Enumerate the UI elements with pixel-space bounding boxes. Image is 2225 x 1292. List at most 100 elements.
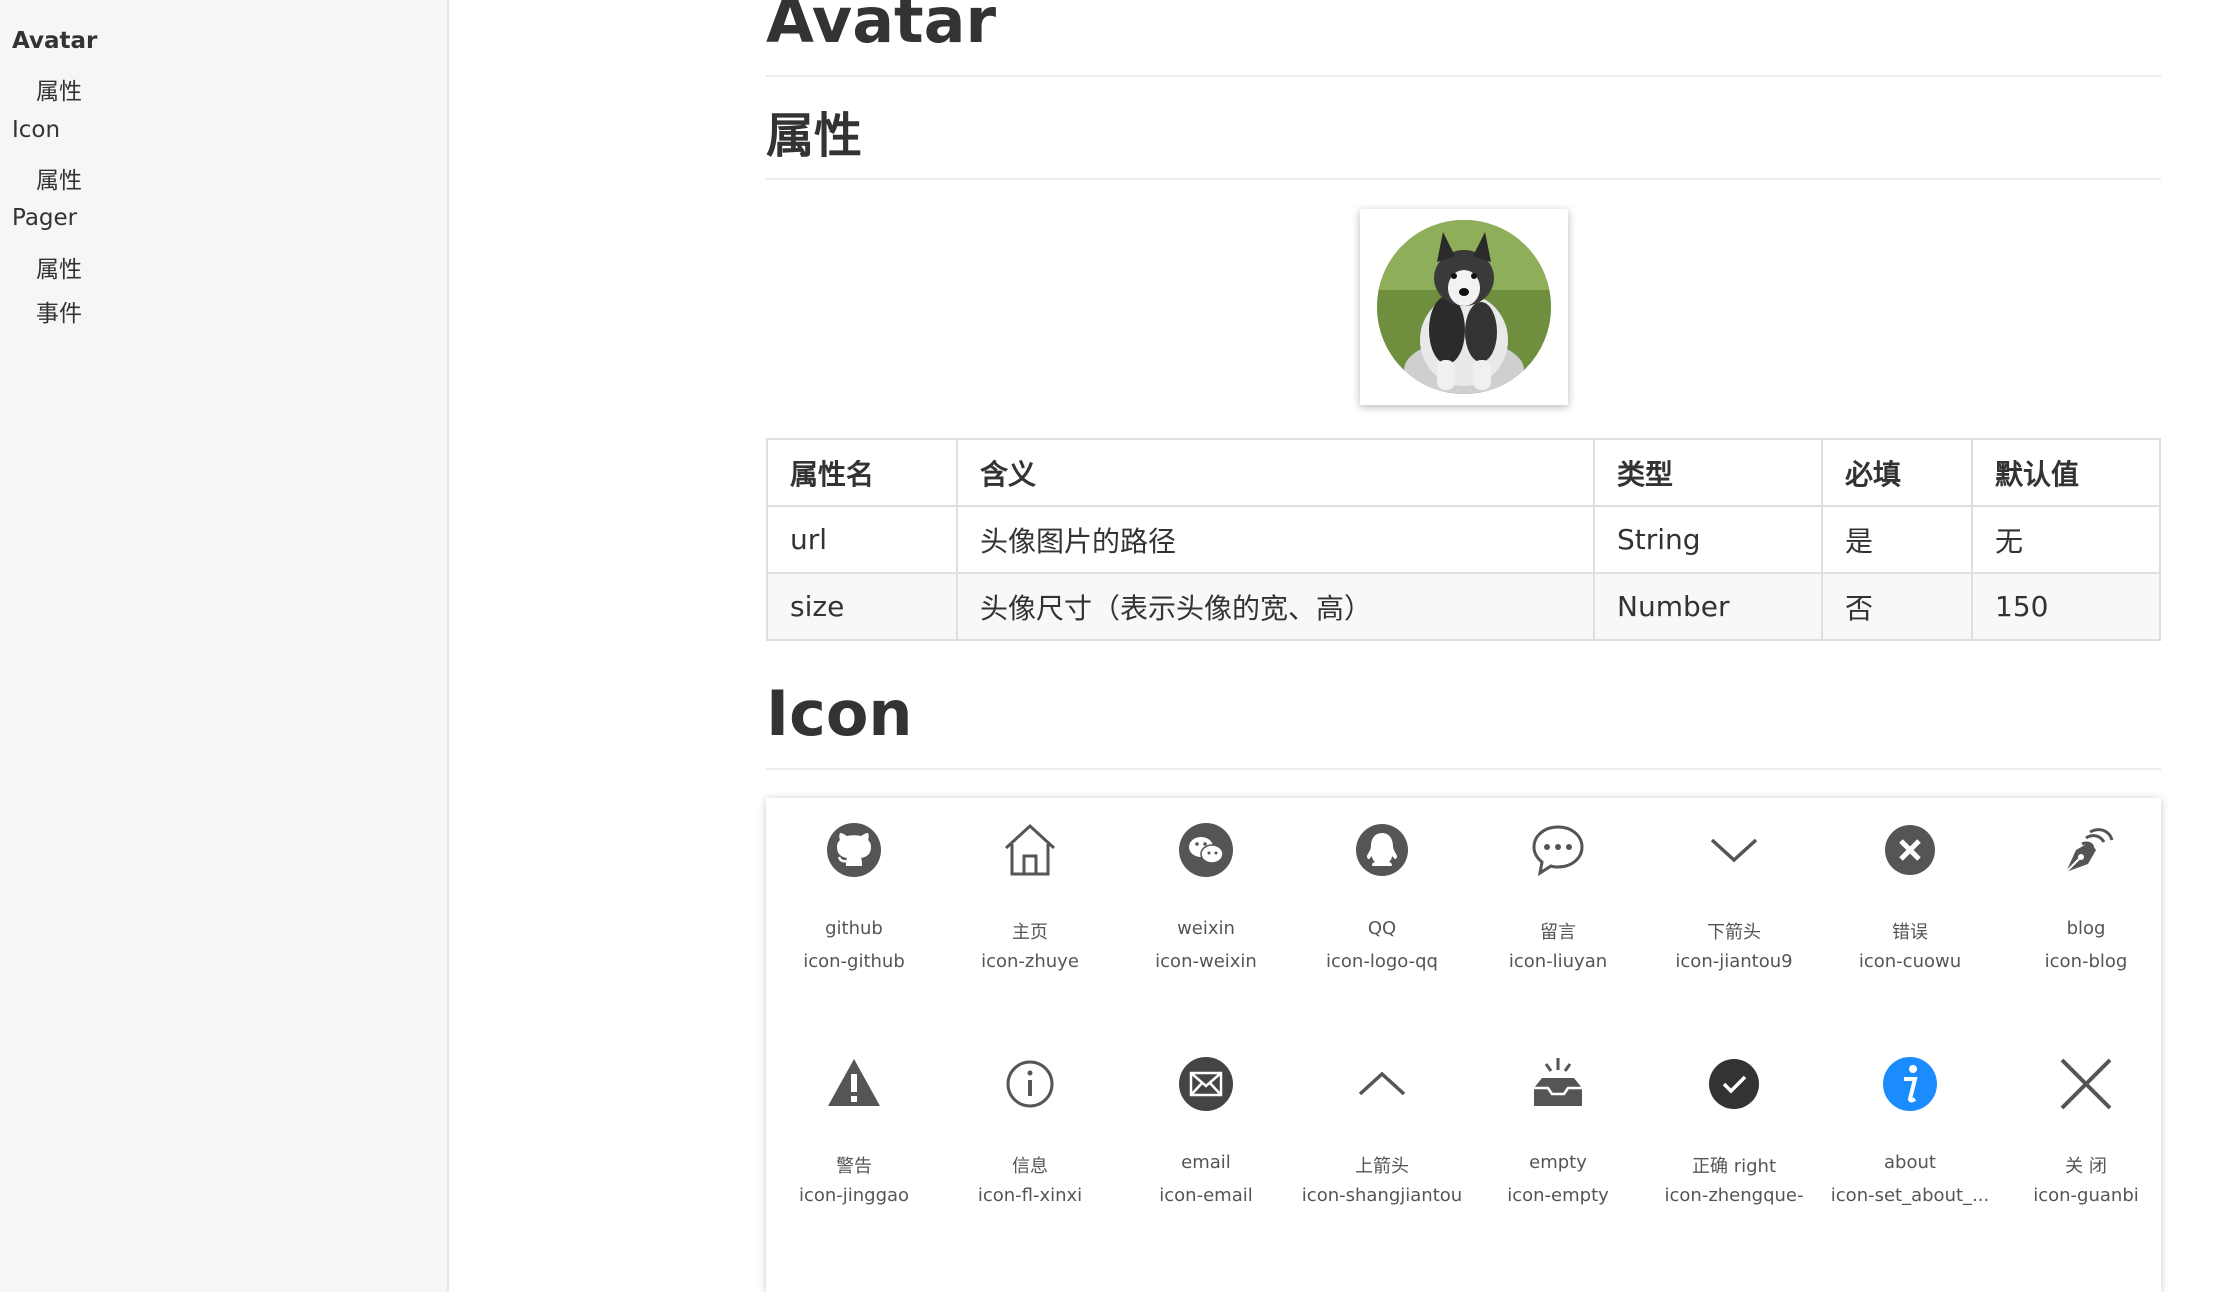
col-required: 必填 [1821, 438, 1973, 507]
toc-item-pager-props[interactable]: 属性 [36, 250, 82, 284]
icon-class-name: icon-logo-qq [1326, 951, 1438, 972]
toc-item-icon-props[interactable]: 属性 [36, 161, 82, 195]
icon-label: 关 闭 [2065, 1156, 2107, 1177]
chat-bubble-icon [1528, 820, 1588, 880]
icon-cell-xinxi[interactable]: 信息 icon-fl-xinxi [942, 1032, 1118, 1232]
icon-class-name: icon-blog [2044, 951, 2128, 972]
icon-class-name: icon-guanbi [2033, 1185, 2139, 1206]
col-default: 默认值 [1971, 438, 2161, 507]
table-cell: 150 [1971, 572, 2161, 641]
icon-cell-jinggao[interactable]: 警告 icon-jinggao [766, 1032, 942, 1232]
table-cell: String [1593, 505, 1823, 574]
table-cell: 否 [1821, 572, 1973, 641]
icon-label: 下箭头 [1707, 922, 1761, 943]
col-type: 类型 [1593, 438, 1823, 507]
icon-cell-github[interactable]: github icon-github [766, 798, 942, 998]
avatar-image [1377, 220, 1551, 394]
table-cell: 无 [1971, 505, 2161, 574]
table-cell: Number [1593, 572, 1823, 641]
icon-class-name: icon-zhengque- [1664, 1185, 1804, 1206]
main-content: Avatar 属性 属性名 含义 类型 必填 默认值 url 头像图片的路径 S… [766, 0, 2161, 1292]
icon-label: 正确 right [1691, 1156, 1776, 1177]
icon-label: github [825, 918, 883, 939]
toc-item-avatar[interactable]: Avatar [12, 28, 97, 54]
icon-cell-cuowu[interactable]: 错误 icon-cuowu [1822, 798, 1998, 998]
toc-item-avatar-props[interactable]: 属性 [36, 72, 82, 106]
husky-puppy-image [1377, 220, 1551, 394]
icon-label: 主页 [1012, 922, 1048, 943]
chevron-down-icon [1704, 820, 1764, 880]
icon-heading: Icon [766, 677, 913, 750]
table-row: url 头像图片的路径 String 是 无 [766, 505, 2161, 574]
pen-nib-icon [2056, 820, 2116, 880]
icon-class-name: icon-empty [1507, 1185, 1609, 1206]
icon-cell-empty[interactable]: empty icon-empty [1470, 1032, 1646, 1232]
home-icon [1000, 820, 1060, 880]
divider [766, 178, 2161, 180]
table-cell: 是 [1821, 505, 1973, 574]
icon-label: about [1884, 1152, 1936, 1173]
icon-label: weixin [1177, 918, 1235, 939]
wechat-icon [1176, 820, 1236, 880]
empty-tray-icon [1528, 1054, 1588, 1114]
icon-cell-zhengque[interactable]: 正确 right icon-zhengque- [1646, 1032, 1822, 1232]
icon-cell-qq[interactable]: QQ icon-logo-qq [1294, 798, 1470, 998]
icon-class-name: icon-email [1159, 1185, 1253, 1206]
icon-cell-about[interactable]: about icon-set_about_... [1822, 1032, 1998, 1232]
table-header-row: 属性名 含义 类型 必填 默认值 [766, 438, 2161, 507]
avatar-heading: Avatar [766, 0, 997, 57]
icon-gallery: github icon-github 主页 icon-zhuye weixin … [766, 798, 2161, 1292]
icon-class-name: icon-cuowu [1858, 951, 1962, 972]
col-meaning: 含义 [956, 438, 1595, 507]
table-cell: url [766, 505, 958, 574]
icon-cell-liuyan[interactable]: 留言 icon-liuyan [1470, 798, 1646, 998]
icon-class-name: icon-liuyan [1508, 951, 1608, 972]
about-info-icon [1880, 1054, 1940, 1114]
icon-label: QQ [1367, 918, 1397, 939]
github-icon [824, 820, 884, 880]
icon-cell-blog[interactable]: blog icon-blog [1998, 798, 2174, 998]
icon-class-name: icon-weixin [1155, 951, 1257, 972]
chevron-up-icon [1352, 1054, 1412, 1114]
table-row: size 头像尺寸（表示头像的宽、高） Number 否 150 [766, 572, 2161, 641]
icon-cell-shangjiantou[interactable]: 上箭头 icon-shangjiantou [1294, 1032, 1470, 1232]
icon-label: 警告 [836, 1156, 872, 1177]
toc-item-pager-events[interactable]: 事件 [36, 294, 82, 328]
sidebar-toc: Avatar 属性 Icon 属性 Pager 属性 事件 [0, 0, 449, 1292]
qq-icon [1352, 820, 1412, 880]
icon-class-name: icon-zhuye [981, 951, 1079, 972]
icon-class-name: icon-shangjiantou [1301, 1185, 1463, 1206]
avatar-props-heading: 属性 [766, 108, 863, 164]
icon-class-name: icon-github [803, 951, 905, 972]
icon-label: empty [1529, 1152, 1587, 1173]
icon-label: blog [2066, 918, 2106, 939]
icon-class-name: icon-jinggao [798, 1185, 910, 1206]
toc-item-icon[interactable]: Icon [12, 117, 60, 143]
icon-class-name: icon-jiantou9 [1675, 951, 1793, 972]
avatar-preview [1360, 209, 1568, 405]
warning-icon [824, 1054, 884, 1114]
col-prop-name: 属性名 [766, 438, 958, 507]
icon-cell-weixin[interactable]: weixin icon-weixin [1118, 798, 1294, 998]
icon-label: 错误 [1892, 922, 1928, 943]
icon-label: 留言 [1540, 922, 1576, 943]
close-icon [2056, 1054, 2116, 1114]
icon-cell-jiantou9[interactable]: 下箭头 icon-jiantou9 [1646, 798, 1822, 998]
toc-item-pager[interactable]: Pager [12, 205, 77, 231]
icon-label: email [1181, 1152, 1231, 1173]
check-circle-icon [1704, 1054, 1764, 1114]
icon-class-name: icon-fl-xinxi [977, 1185, 1083, 1206]
divider [766, 75, 2161, 77]
icon-class-name: icon-set_about_... [1830, 1185, 1990, 1206]
table-cell: 头像图片的路径 [956, 505, 1595, 574]
table-cell: size [766, 572, 958, 641]
email-icon [1176, 1054, 1236, 1114]
avatar-props-table: 属性名 含义 类型 必填 默认值 url 头像图片的路径 String 是 无 … [766, 438, 2161, 641]
icon-cell-email[interactable]: email icon-email [1118, 1032, 1294, 1232]
icon-cell-guanbi[interactable]: 关 闭 icon-guanbi [1998, 1032, 2174, 1232]
icon-cell-zhuye[interactable]: 主页 icon-zhuye [942, 798, 1118, 998]
error-circle-icon [1880, 820, 1940, 880]
icon-label: 上箭头 [1355, 1156, 1409, 1177]
table-cell: 头像尺寸（表示头像的宽、高） [956, 572, 1595, 641]
divider [766, 768, 2161, 770]
